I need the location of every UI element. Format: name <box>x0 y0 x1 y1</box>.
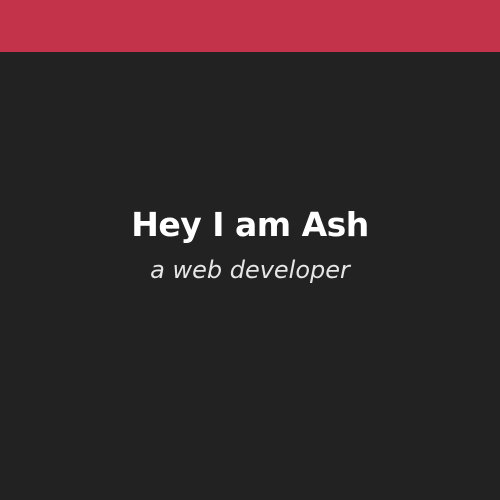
hero-subtitle: a web developer <box>150 256 350 284</box>
top-accent-bar <box>0 0 500 52</box>
hero-section: Hey I am Ash a web developer <box>0 200 500 288</box>
hero-title: Hey I am Ash <box>131 205 369 244</box>
